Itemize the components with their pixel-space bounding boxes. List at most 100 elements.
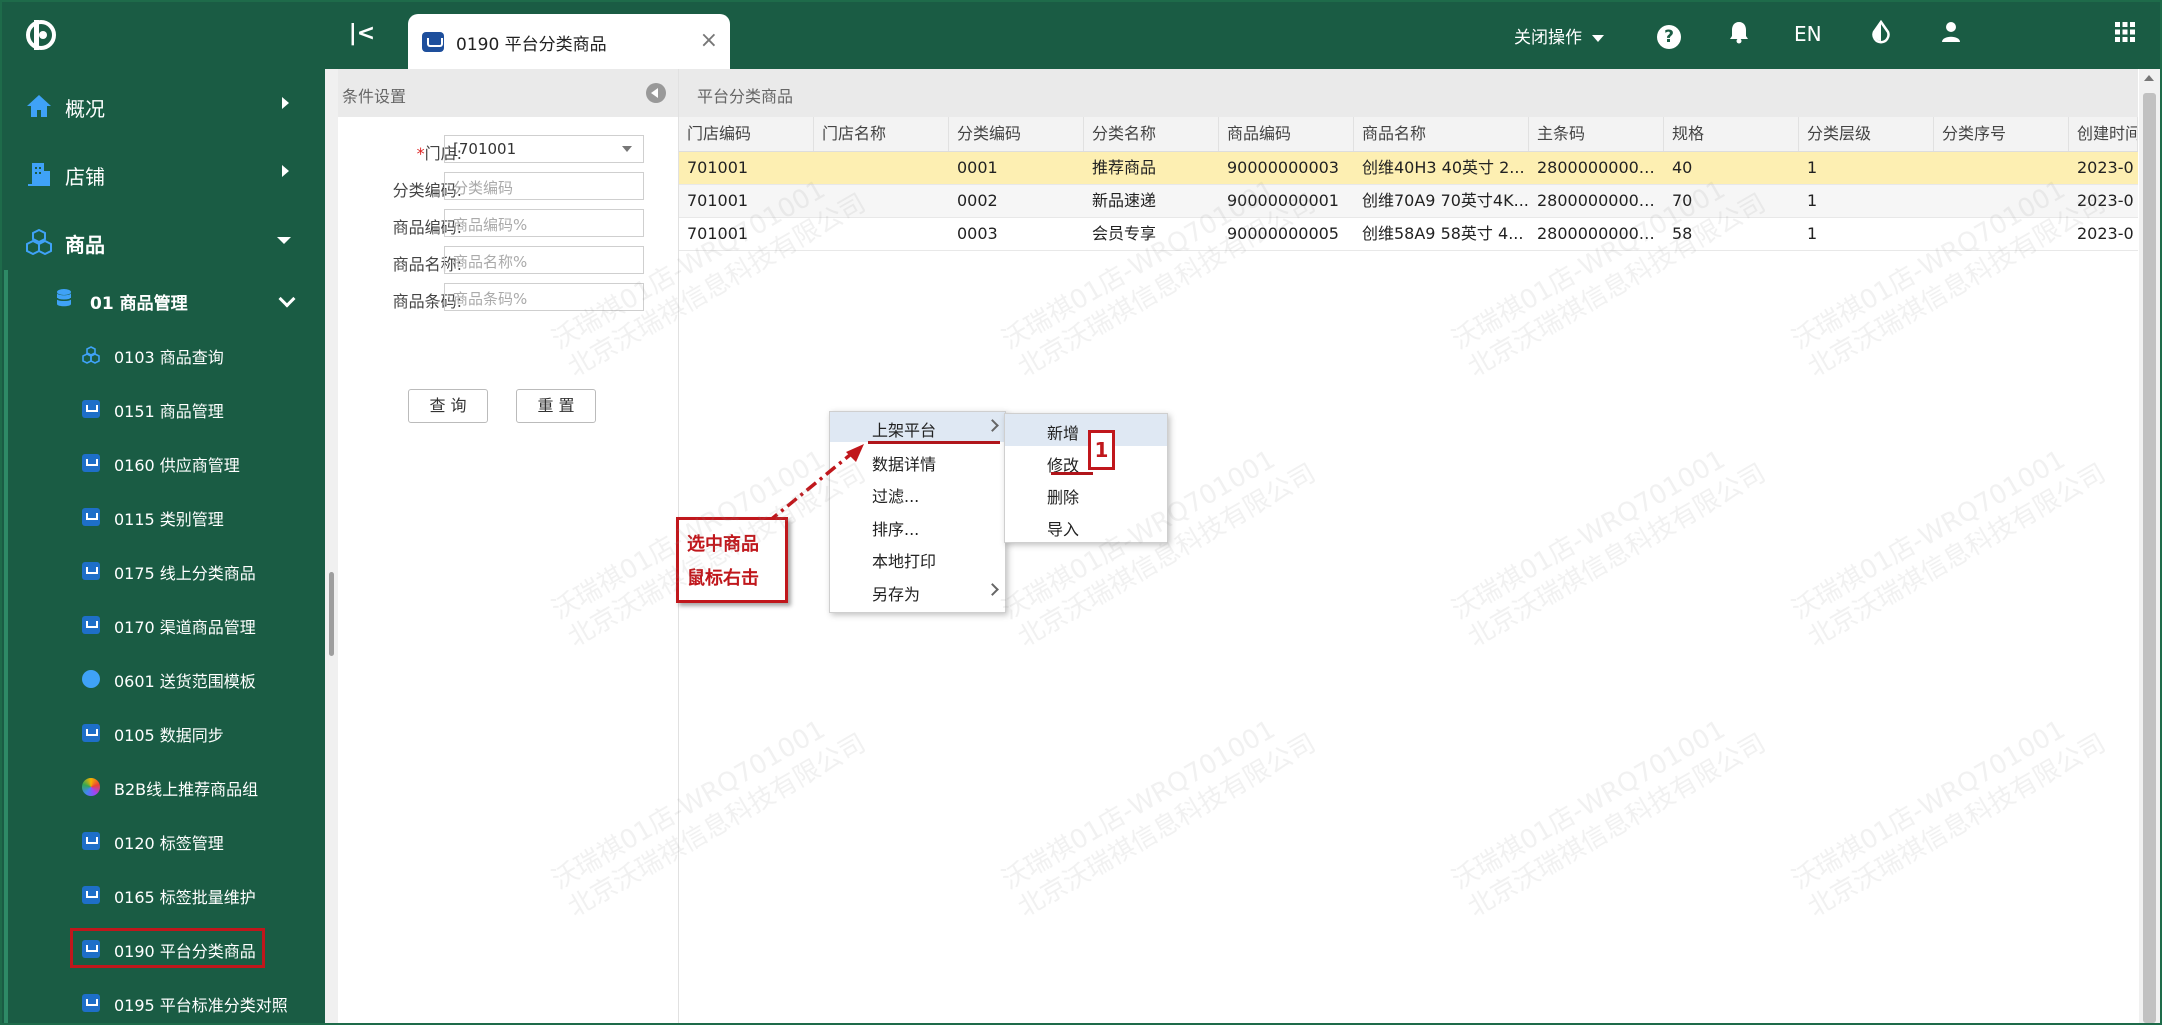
column-header[interactable]: 规格 — [1664, 117, 1799, 151]
column-header[interactable]: 分类层级 — [1799, 117, 1934, 151]
grid-scrollbar[interactable] — [2139, 69, 2160, 1023]
column-header[interactable]: 分类编码 — [949, 117, 1084, 151]
table-cell: 创维70A9 70英寸4K... — [1362, 191, 1529, 210]
reset-button[interactable]: 重 置 — [516, 389, 596, 423]
close-icon[interactable]: × — [700, 28, 718, 53]
table-cell: 新品速递 — [1092, 191, 1157, 210]
chevron-right-icon — [282, 97, 289, 109]
sidebar-scrollbar[interactable] — [329, 572, 334, 656]
sidebar-item-label: 0103 商品查询 — [114, 348, 224, 367]
sidebar-item-0103[interactable]: 0103 商品查询 — [0, 328, 325, 382]
sidebar-item-label: 0115 类别管理 — [114, 510, 224, 529]
sidebar-item-0120[interactable]: 0120 标签管理 — [0, 814, 325, 868]
sidebar-item-0190[interactable]: 0190 平台分类商品 — [0, 922, 325, 976]
table-row[interactable]: 701001 0003 会员专享 90000000005 创维58A9 58英寸… — [679, 218, 2138, 251]
column-header[interactable]: 商品编码 — [1219, 117, 1354, 151]
goods-code-input[interactable]: 商品编码% — [444, 209, 644, 237]
goods-code-row: 商品编码: 商品编码% — [338, 209, 678, 239]
table-cell: 70 — [1672, 191, 1693, 210]
sidebar-item-label: 0120 标签管理 — [114, 834, 224, 853]
sidebar-item-0195[interactable]: 0195 平台标准分类对照 — [0, 976, 325, 1025]
collapse-sidebar-button[interactable]: |< — [348, 20, 376, 48]
goods-name-input[interactable]: 商品名称% — [444, 246, 644, 274]
submenu-item-delete[interactable]: 删除 — [1005, 478, 1167, 510]
home-icon — [27, 95, 51, 117]
tab-label: 0190 平台分类商品 — [456, 35, 607, 55]
column-header[interactable]: 创建时间 — [2069, 117, 2138, 151]
table-cell: 701001 — [687, 224, 749, 243]
theme-icon[interactable] — [1866, 19, 1896, 50]
submenu-item-add[interactable]: 新增 — [1005, 414, 1167, 446]
bell-icon[interactable] — [1724, 20, 1754, 50]
grid-header: 平台分类商品 — [679, 69, 2138, 117]
menu-item-local-print[interactable]: 本地打印 — [830, 543, 1005, 573]
sidebar-item-label: 0160 供应商管理 — [114, 456, 240, 475]
building-icon — [28, 163, 50, 186]
sidebar-item-label: 0190 平台分类商品 — [114, 942, 256, 961]
sidebar-item-goods[interactable]: 商品 — [0, 209, 325, 275]
callout-line-2: 鼠标右击 — [687, 568, 759, 589]
table-cell: 2023-0 — [2077, 191, 2134, 210]
table-cell: 0001 — [957, 158, 998, 177]
sidebar-item-0105[interactable]: 0105 数据同步 — [0, 706, 325, 760]
menu-item-save-as[interactable]: 另存为 — [830, 576, 1005, 606]
app-logo[interactable] — [24, 18, 62, 52]
sidebar-item-0170[interactable]: 0170 渠道商品管理 — [0, 598, 325, 652]
sidebar-item-label: 0170 渠道商品管理 — [114, 618, 256, 637]
sidebar-item-0160[interactable]: 0160 供应商管理 — [0, 436, 325, 490]
sidebar-item-0115[interactable]: 0115 类别管理 — [0, 490, 325, 544]
table-cell — [814, 218, 949, 250]
cart-icon — [82, 400, 100, 418]
cart-icon — [82, 508, 100, 526]
query-button[interactable]: 查 询 — [408, 389, 488, 423]
scroll-up-icon[interactable] — [2144, 75, 2154, 81]
barcode-row: 商品条码: 商品条码% — [338, 283, 678, 313]
sidebar-group-goods-management[interactable]: 01 商品管理 — [0, 273, 325, 327]
user-icon[interactable] — [1936, 20, 1966, 50]
scrollbar-thumb[interactable] — [2143, 93, 2156, 1023]
column-header[interactable]: 分类名称 — [1084, 117, 1219, 151]
category-code-input[interactable]: 分类编码 — [444, 172, 644, 200]
submenu-publish-platform: 新增 修改 删除 导入 — [1004, 413, 1168, 543]
sidebar-item-label: 0165 标签批量维护 — [114, 888, 256, 907]
column-header[interactable]: 门店编码 — [679, 117, 814, 151]
language-toggle[interactable]: EN — [1794, 22, 1822, 46]
table-cell: 创维40H3 40英寸 2... — [1362, 158, 1525, 177]
sidebar-item-0175[interactable]: 0175 线上分类商品 — [0, 544, 325, 598]
table-header: 门店编码 门店名称 分类编码 分类名称 商品编码 商品名称 主条码 规格 分类层… — [679, 117, 2138, 152]
chevron-down-icon[interactable] — [622, 146, 632, 152]
table-cell: 0002 — [957, 191, 998, 210]
column-header[interactable]: 商品名称 — [1354, 117, 1529, 151]
sidebar-item-b2b[interactable]: B2B线上推荐商品组 — [0, 760, 325, 814]
column-header[interactable]: 分类序号 — [1934, 117, 2069, 151]
close-operations-menu[interactable]: 关闭操作 — [1514, 23, 1604, 48]
sidebar-item-store[interactable]: 店铺 — [0, 141, 325, 207]
submenu-item-import[interactable]: 导入 — [1005, 510, 1167, 542]
menu-item-publish-platform[interactable]: 上架平台 — [830, 412, 1005, 442]
sidebar-item-overview[interactable]: 概况 — [0, 73, 325, 139]
annotation-underline — [1051, 472, 1093, 475]
table-cell: 2023-0 — [2077, 158, 2134, 177]
sidebar-item-0601[interactable]: 0601 送货范围模板 — [0, 652, 325, 706]
table-row[interactable]: 701001 0002 新品速递 90000000001 创维70A9 70英寸… — [679, 185, 2138, 218]
collapse-panel-icon[interactable] — [646, 83, 666, 103]
table-cell: 701001 — [687, 191, 749, 210]
cart-icon — [82, 940, 100, 958]
column-header[interactable]: 主条码 — [1529, 117, 1664, 151]
help-icon[interactable]: ? — [1654, 20, 1684, 50]
condition-panel: 条件设置 *门店: [701001 分类编码: 分类编码 商品编码: 商品编码%… — [338, 69, 679, 1025]
close-operations-label: 关闭操作 — [1514, 28, 1582, 48]
sidebar-item-0151[interactable]: 0151 商品管理 — [0, 382, 325, 436]
step-number-badge: 1 — [1088, 430, 1115, 470]
column-header[interactable]: 门店名称 — [814, 117, 949, 151]
store-select[interactable]: [701001 — [444, 135, 644, 163]
chevron-right-icon — [986, 583, 999, 596]
barcode-input[interactable]: 商品条码% — [444, 283, 644, 311]
sidebar-item-0165[interactable]: 0165 标签批量维护 — [0, 868, 325, 922]
table-row[interactable]: 701001 0001 推荐商品 90000000003 创维40H3 40英寸… — [679, 152, 2138, 185]
grid-title: 平台分类商品 — [697, 87, 794, 106]
cart-icon — [82, 616, 100, 634]
table-cell: 28000000000... — [1537, 158, 1664, 177]
tab-0190[interactable]: 0190 平台分类商品 × — [408, 14, 730, 69]
apps-grid-icon[interactable] — [2110, 20, 2140, 50]
